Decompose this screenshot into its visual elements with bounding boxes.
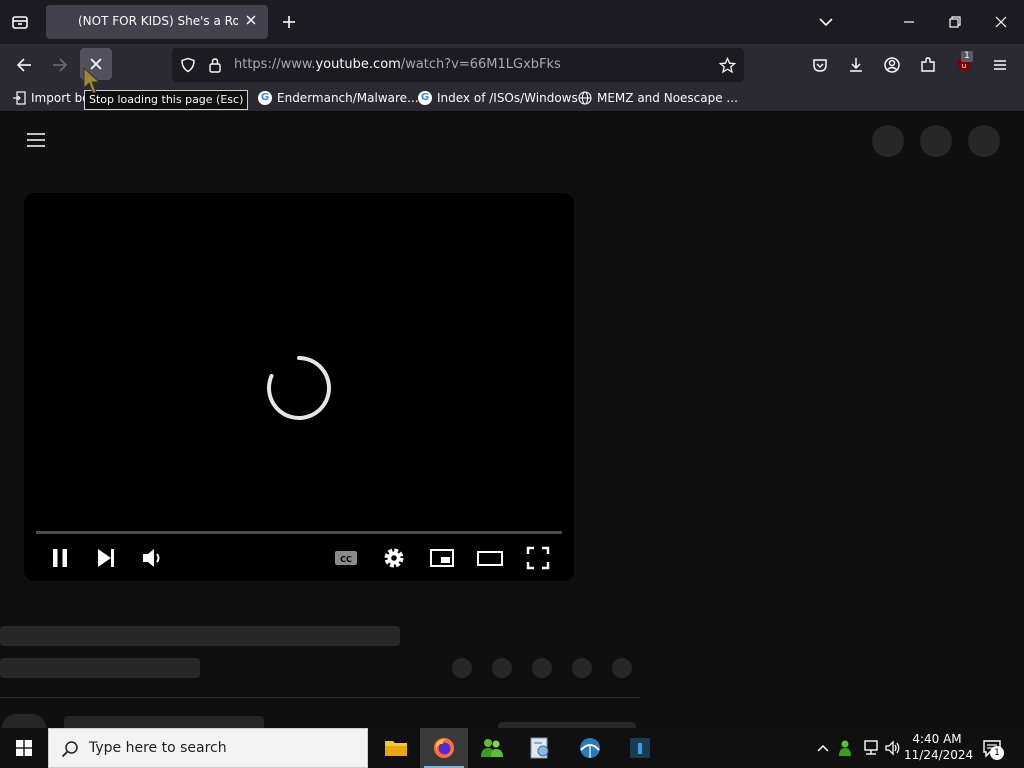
- url-host: youtube.com: [315, 57, 401, 72]
- forward-arrow-icon[interactable]: [51, 56, 69, 74]
- bookmark-endermanch[interactable]: G Endermanch/Malware...: [258, 91, 419, 105]
- bookmark-import[interactable]: Import bo: [12, 91, 90, 105]
- action-center-button[interactable]: 1: [982, 738, 1004, 760]
- tooltip: Stop loading this page (Esc): [84, 90, 249, 110]
- url-prefix: https://www.: [234, 57, 316, 72]
- tool-app-icon: [530, 737, 549, 759]
- people-app-button[interactable]: [468, 728, 516, 768]
- folder-icon: [385, 741, 407, 756]
- tab-strip: (NOT FOR KIDS) She's a Robot |: [0, 0, 1024, 44]
- bookmark-label: Import bo: [31, 91, 90, 105]
- google-favicon-icon: G: [258, 91, 272, 105]
- globe-icon: [578, 91, 592, 105]
- bookmark-isos[interactable]: G Index of /ISOs/Windows: [418, 91, 578, 105]
- description-placeholder: [64, 716, 264, 728]
- restore-icon[interactable]: [947, 14, 963, 30]
- chevron-down-icon[interactable]: [818, 14, 834, 30]
- notification-count-badge: 1: [990, 746, 1004, 760]
- download-icon[interactable]: [847, 56, 865, 74]
- next-icon[interactable]: [93, 545, 119, 571]
- terminal-app-icon: [630, 738, 650, 758]
- guide-menu-icon[interactable]: [26, 132, 46, 148]
- fullscreen-icon[interactable]: [525, 545, 551, 571]
- action-placeholder-circle: [532, 658, 552, 678]
- svg-text:CC: CC: [340, 555, 352, 564]
- url-bar[interactable]: https://www.youtube.com/watch?v=66M1LGxb…: [172, 48, 744, 82]
- video-player[interactable]: CC: [24, 193, 574, 581]
- hamburger-menu-icon[interactable]: [991, 56, 1009, 74]
- firefox-icon: [434, 738, 454, 758]
- channel-placeholder: [0, 658, 200, 678]
- volume-icon[interactable]: [140, 545, 166, 571]
- bookmark-label: Index of /ISOs/Windows: [437, 91, 578, 105]
- firefox-taskbar-button[interactable]: [420, 728, 468, 768]
- bookmark-label: Endermanch/Malware...: [277, 91, 419, 105]
- clock-time: 4:40 AM: [912, 732, 962, 746]
- tab-title: (NOT FOR KIDS) She's a Robot |: [78, 14, 238, 28]
- extension-badge: 1: [961, 51, 973, 62]
- list-all-tabs-icon[interactable]: [11, 13, 29, 31]
- header-placeholder-circle: [968, 125, 1000, 157]
- speaker-volume-icon[interactable]: [884, 740, 902, 756]
- title-placeholder: [0, 626, 400, 646]
- action-placeholder-circle: [572, 658, 592, 678]
- windows-taskbar: Type here to search 4:40 AM 11/24/2024 1: [0, 728, 1024, 768]
- network-status-icon[interactable]: [862, 740, 880, 756]
- file-explorer-button[interactable]: [372, 728, 420, 768]
- bookmark-star-icon[interactable]: [719, 57, 736, 74]
- taskbar-search-box[interactable]: Type here to search: [48, 728, 368, 768]
- extensions-icon[interactable]: [919, 56, 937, 74]
- network-app-button[interactable]: [566, 728, 614, 768]
- minimize-icon[interactable]: [901, 14, 917, 30]
- svg-text:u: u: [962, 62, 966, 70]
- url-text[interactable]: https://www.youtube.com/watch?v=66M1LGxb…: [234, 57, 561, 72]
- header-placeholder-circle: [920, 125, 952, 157]
- lock-icon[interactable]: [208, 57, 222, 73]
- terminal-app-button[interactable]: [616, 728, 664, 768]
- mouse-cursor-icon: [83, 66, 101, 94]
- close-tab-icon[interactable]: [244, 13, 258, 27]
- taskbar-clock[interactable]: 4:40 AM 11/24/2024: [904, 731, 974, 763]
- url-path: /watch?v=66M1LGxbFks: [400, 57, 561, 72]
- settings-gear-icon[interactable]: [381, 545, 407, 571]
- bookmark-memz[interactable]: MEMZ and Noescape ...: [578, 91, 738, 105]
- bookmark-label: MEMZ and Noescape ...: [597, 91, 738, 105]
- action-placeholder-circle: [452, 658, 472, 678]
- pocket-icon[interactable]: [811, 56, 829, 74]
- progress-bar[interactable]: [36, 531, 562, 534]
- clock-date: 11/24/2024: [904, 748, 974, 762]
- captions-icon[interactable]: CC: [333, 545, 359, 571]
- action-placeholder-circle: [492, 658, 512, 678]
- account-icon[interactable]: [883, 56, 901, 74]
- windows-start-icon[interactable]: [16, 740, 32, 756]
- tracking-shield-icon[interactable]: [180, 57, 196, 73]
- show-hidden-icons-chevron-icon[interactable]: [816, 742, 830, 754]
- back-arrow-icon[interactable]: [15, 56, 33, 74]
- google-favicon-icon: G: [418, 91, 432, 105]
- miniplayer-icon[interactable]: [429, 545, 455, 571]
- system-tool-button[interactable]: [516, 728, 564, 768]
- theater-mode-icon[interactable]: [477, 545, 503, 571]
- navigation-toolbar: https://www.youtube.com/watch?v=66M1LGxb…: [0, 44, 1024, 86]
- pause-icon[interactable]: [47, 545, 73, 571]
- network-app-icon: [580, 738, 600, 758]
- loading-spinner-icon: [267, 356, 331, 420]
- close-window-icon[interactable]: [993, 14, 1009, 30]
- tab-active[interactable]: (NOT FOR KIDS) She's a Robot |: [46, 5, 268, 39]
- action-placeholder-circle: [612, 658, 632, 678]
- search-icon: [61, 741, 78, 758]
- people-icon: [481, 739, 503, 757]
- divider: [0, 697, 640, 698]
- import-icon: [13, 91, 26, 105]
- tray-people-icon[interactable]: [838, 739, 856, 757]
- header-placeholder-circle: [872, 125, 904, 157]
- avatar-placeholder: [2, 714, 46, 728]
- ublock-extension-button[interactable]: u 1: [955, 51, 973, 74]
- search-placeholder: Type here to search: [89, 740, 227, 756]
- new-tab-icon[interactable]: [281, 14, 297, 30]
